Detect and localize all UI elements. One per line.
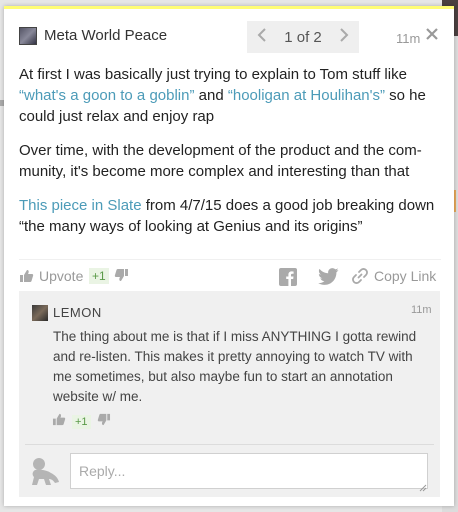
downvote-button[interactable] (114, 268, 129, 282)
reply-timestamp: 11m (411, 304, 432, 316)
paragraph-text: and (194, 87, 228, 104)
annotation-header: Meta World Peace 1 of 2 11m (4, 9, 454, 59)
annotation-paragraph-2: Over time, with the development of the p… (19, 140, 441, 182)
vote-count-badge: +1 (89, 268, 109, 284)
thumbs-up-icon (20, 270, 34, 282)
reply-author-avatar[interactable] (32, 305, 48, 321)
close-icon[interactable] (425, 25, 439, 46)
paragraph-text: At first I was basically just trying to … (19, 66, 407, 83)
twitter-icon (318, 268, 339, 285)
reply-text: The thing about me is that if I miss ANY… (53, 329, 417, 404)
baby-avatar-icon (29, 456, 61, 486)
annotation-actions: Upvote +1 Copy Link (19, 259, 441, 286)
facebook-share-button[interactable] (279, 268, 297, 286)
reply-input[interactable] (70, 453, 428, 489)
slate-piece-link[interactable]: This piece in Slate (19, 197, 142, 214)
copy-link-button[interactable]: Copy Link (352, 268, 436, 284)
vote-count: +1 (89, 268, 109, 284)
upvote-label: Upvote (39, 268, 84, 284)
reply-vote-count: +1 (72, 415, 91, 429)
annotation-body: At first I was basically just trying to … (19, 64, 441, 250)
pager-label: 1 of 2 (284, 28, 322, 46)
annotation-pager: 1 of 2 (247, 21, 359, 53)
twitter-share-button[interactable] (318, 268, 339, 285)
reply-author-name[interactable]: LEMON (53, 305, 102, 320)
thumbs-down-icon (114, 269, 128, 281)
annotation-paragraph-1: At first I was basically just trying to … (19, 64, 441, 127)
chevron-right-icon[interactable] (337, 27, 351, 47)
reply-actions: +1 (52, 413, 111, 431)
reply-upvote-button[interactable] (52, 413, 66, 431)
hooligan-houlihan-link[interactable]: “hooligan at Houlihan's” (228, 87, 385, 104)
annotation-timestamp: 11m (396, 31, 421, 46)
paragraph-text: Over time, with the development of the p… (19, 142, 422, 180)
goon-goblin-link[interactable]: “what's a goon to a goblin” (19, 87, 194, 104)
author-avatar[interactable] (19, 27, 37, 45)
reply-thread: LEMON 11m The thing about me is that if … (19, 291, 440, 497)
facebook-icon (279, 268, 297, 286)
reply-downvote-button[interactable] (97, 413, 111, 431)
chevron-left-icon[interactable] (255, 27, 269, 47)
link-icon (352, 268, 368, 284)
thumbs-up-icon (52, 413, 66, 426)
annotation-paragraph-3: This piece in Slate from 4/7/15 does a g… (19, 195, 441, 237)
thumbs-down-icon (97, 413, 110, 426)
annotation-card: Meta World Peace 1 of 2 11m At first I w… (4, 6, 454, 506)
reply-divider (25, 444, 434, 445)
author-name[interactable]: Meta World Peace (44, 27, 167, 44)
upvote-button[interactable]: Upvote (19, 268, 83, 284)
resize-handle[interactable] (419, 479, 427, 492)
copy-link-label: Copy Link (374, 268, 437, 284)
